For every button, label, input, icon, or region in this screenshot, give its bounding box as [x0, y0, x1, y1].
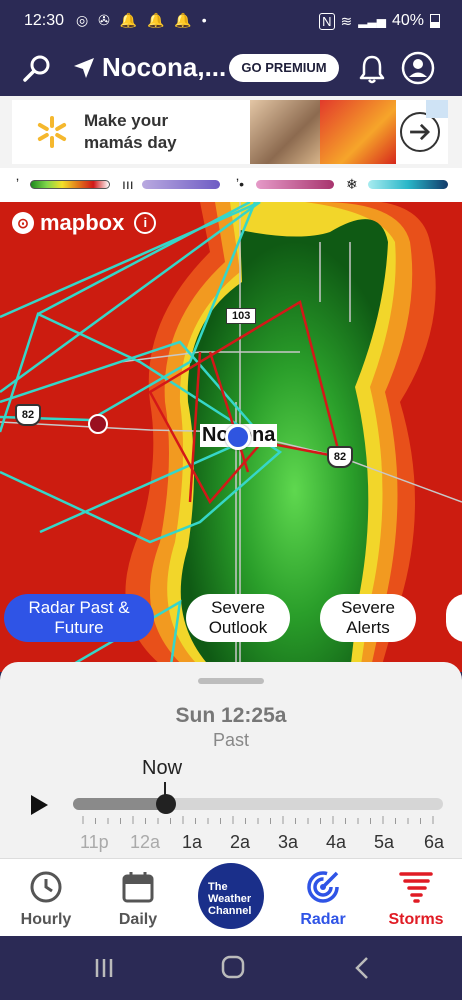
- mix-scale: [256, 180, 334, 189]
- status-bar: 12:30 ◎ ✇ 🔔 🔔 🔔 • N ≋ ▂▃▅ 40%: [0, 0, 462, 42]
- radar-map[interactable]: ⊙ mapbox i 103 82 82 Nocona Radar Past &…: [0, 202, 462, 672]
- app-header: Nocona,... GO PREMIUM: [0, 42, 462, 96]
- timeline-panel: Sun 12:25a Past Now 11p 12a 1a 2a 3a 4a 5a 6a: [0, 662, 462, 858]
- bottom-nav: Hourly Daily The Weather Channel Radar S…: [0, 858, 462, 936]
- nav-storms[interactable]: Storms: [376, 869, 456, 929]
- nav-radar[interactable]: Radar: [283, 869, 363, 929]
- radar-icon: [307, 871, 339, 903]
- snowflake-icon: ❄: [346, 176, 358, 192]
- tornado-icon: [399, 872, 433, 903]
- mapbox-attribution: mapbox: [40, 210, 125, 235]
- hour-label: 1a: [182, 832, 203, 852]
- storm-marker-icon[interactable]: [88, 414, 108, 434]
- road-label: 103: [226, 308, 257, 324]
- nav-daily-label: Daily: [118, 911, 158, 928]
- hour-label: 12a: [130, 832, 161, 852]
- timeline-time: Sun 12:25a: [175, 704, 287, 727]
- mix-icon: ʼ•: [236, 176, 245, 192]
- ad-text: Make your mamás day: [84, 111, 177, 152]
- arrow-right-icon[interactable]: [400, 112, 440, 152]
- route-shield: 82: [15, 404, 41, 426]
- status-time: 12:30: [24, 12, 65, 29]
- now-label: Now: [142, 757, 183, 779]
- timeline-ticks: [82, 816, 434, 824]
- status-right: N ≋ ▂▃▅ 40%: [319, 12, 440, 30]
- ad-photo: [250, 100, 320, 164]
- current-location-dot: [225, 424, 251, 450]
- go-premium-button[interactable]: GO PREMIUM: [229, 54, 339, 82]
- profile-icon[interactable]: [401, 51, 435, 85]
- rain-icon: ʼ: [16, 176, 20, 192]
- nfc-icon: N: [319, 12, 335, 30]
- home-icon[interactable]: [220, 954, 246, 980]
- location-selector[interactable]: Nocona,...: [72, 52, 226, 83]
- severe-outlook-pill[interactable]: Severe Outlook: [186, 594, 290, 642]
- wifi-icon: ≋: [340, 12, 353, 29]
- nav-hourly-label: Hourly: [20, 911, 72, 928]
- hour-label: 11p: [80, 832, 109, 852]
- hour-label: 4a: [326, 832, 347, 852]
- hour-label: 6a: [424, 832, 445, 852]
- battery-icon: [430, 14, 440, 28]
- clock-icon: [30, 871, 62, 903]
- timeline-mode: Past: [212, 730, 250, 750]
- ad-banner[interactable]: Make your mamás day: [0, 96, 462, 168]
- weather-channel-logo[interactable]: The Weather Channel: [198, 863, 264, 929]
- location-name: Nocona,...: [102, 52, 227, 82]
- adchoices-icon[interactable]: [426, 100, 448, 118]
- severe-alerts-pill[interactable]: Severe Alerts: [320, 594, 416, 642]
- ice-scale: [142, 180, 220, 189]
- mapbox-mark-icon: ⊙: [12, 212, 34, 234]
- battery-percent: 40%: [391, 12, 424, 29]
- timeline-track[interactable]: [73, 798, 443, 810]
- hour-label: 3a: [278, 832, 299, 852]
- hour-label: 5a: [374, 832, 395, 852]
- nav-storms-label: Storms: [388, 911, 444, 928]
- drag-handle[interactable]: [198, 678, 264, 684]
- mapbox-logo: ⊙ mapbox i: [12, 210, 157, 236]
- search-icon[interactable]: [22, 54, 52, 84]
- nav-radar-label: Radar: [300, 911, 346, 928]
- radar-legend: ʼ ııı ʼ• ❄: [0, 168, 462, 202]
- navigation-arrow-icon: [74, 57, 94, 78]
- notification-icons: ◎ ✇ 🔔 🔔 🔔 •: [76, 12, 210, 28]
- ad-content[interactable]: Make your mamás day: [12, 100, 448, 164]
- ad-product-image: [320, 100, 396, 164]
- ice-icon: ııı: [122, 176, 134, 192]
- hour-label: 2a: [230, 832, 251, 852]
- route-shield: 82: [327, 446, 353, 468]
- nav-daily[interactable]: Daily: [98, 869, 178, 929]
- info-icon[interactable]: i: [134, 212, 157, 234]
- back-icon[interactable]: [352, 956, 372, 980]
- play-icon[interactable]: [28, 794, 50, 816]
- timeline-scrubber[interactable]: [155, 794, 176, 814]
- signal-icon: ▂▃▅: [358, 14, 386, 28]
- snow-scale: [368, 180, 448, 189]
- walmart-spark-icon: [37, 116, 67, 148]
- bell-icon[interactable]: [358, 54, 386, 84]
- timeline-progress: [73, 798, 166, 810]
- system-nav-bar: [0, 936, 462, 1000]
- recent-apps-icon[interactable]: [92, 956, 116, 980]
- radar-past-future-pill[interactable]: Radar Past & Future: [4, 594, 154, 642]
- calendar-icon: [122, 872, 154, 903]
- nav-hourly[interactable]: Hourly: [6, 869, 86, 929]
- rain-scale: [30, 180, 110, 189]
